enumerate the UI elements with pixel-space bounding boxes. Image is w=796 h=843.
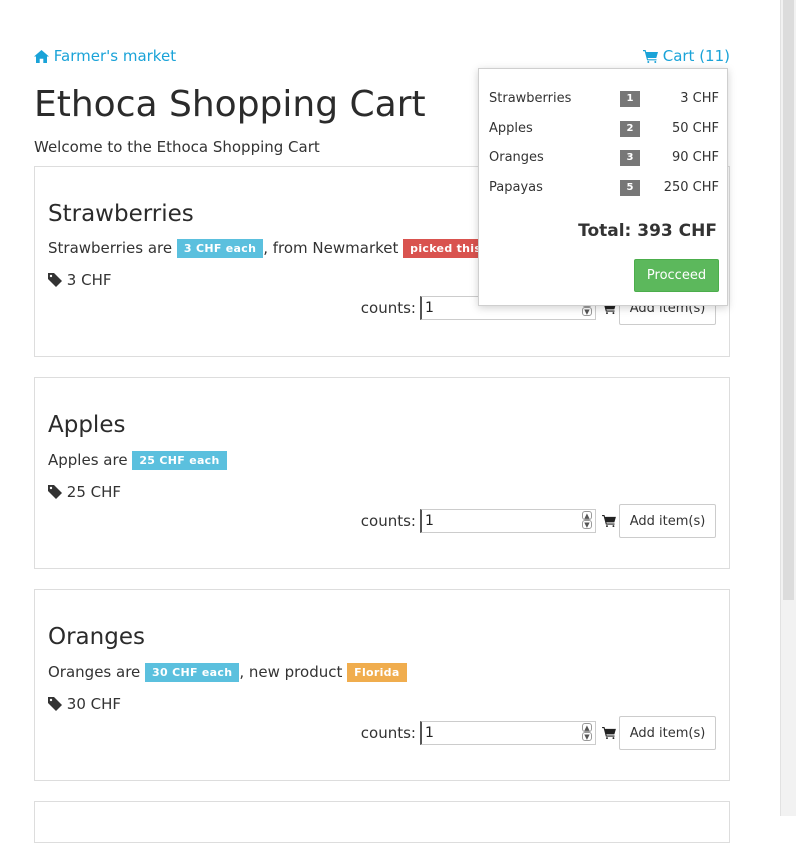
- product-description: Oranges are 30 CHF each, new product Flo…: [48, 663, 407, 682]
- add-to-cart-row: counts: 1 ▲▼ Add item(s): [361, 716, 716, 750]
- product-panel-next: [34, 801, 730, 843]
- tag-icon: [48, 485, 62, 499]
- count-value: 1: [425, 513, 434, 529]
- scrollbar-thumb[interactable]: [783, 0, 794, 600]
- cart-item-qty: 1: [620, 91, 640, 107]
- count-value: 1: [425, 300, 434, 316]
- increment-icon[interactable]: ▲: [582, 511, 592, 520]
- product-price: 30 CHF: [48, 695, 121, 713]
- product-price: 3 CHF: [48, 271, 111, 289]
- cart-item-name: Oranges: [489, 150, 544, 165]
- cart-item-amount: 50 CHF: [671, 121, 719, 136]
- home-link-label: Farmer's market: [53, 47, 177, 65]
- counts-label: counts:: [360, 724, 416, 742]
- cart-item-name: Strawberries: [489, 91, 572, 106]
- price-each-badge: 30 CHF each: [145, 663, 240, 682]
- description-note: , new product: [239, 663, 343, 681]
- cart-total: Total: 393 CHF: [578, 221, 717, 241]
- add-items-button[interactable]: Add item(s): [619, 716, 716, 750]
- decrement-icon[interactable]: ▼: [582, 307, 592, 316]
- cart-item-amount: 250 CHF: [663, 180, 719, 195]
- price-each-badge: 3 CHF each: [176, 239, 264, 258]
- page-title: Ethoca Shopping Cart: [34, 84, 426, 125]
- price-each-badge: 25 CHF each: [132, 451, 227, 470]
- count-input[interactable]: 1 ▲▼: [420, 509, 596, 533]
- counts-label: counts:: [360, 512, 416, 530]
- description-text: Oranges are: [48, 663, 141, 681]
- description-text: Apples are: [48, 451, 128, 469]
- increment-icon[interactable]: ▲: [582, 723, 592, 732]
- cart-link[interactable]: Cart (11): [642, 47, 730, 65]
- shopping-cart-icon: [602, 515, 616, 527]
- price-value: 3 CHF: [66, 271, 112, 289]
- decrement-icon[interactable]: ▼: [582, 732, 592, 741]
- cart-item: Papayas 5 250 CHF: [489, 178, 719, 198]
- add-items-button[interactable]: Add item(s): [619, 504, 716, 538]
- cart-item: Apples 2 50 CHF: [489, 119, 719, 139]
- count-spinner[interactable]: ▲▼: [582, 723, 593, 743]
- cart-item-amount: 3 CHF: [680, 91, 719, 106]
- product-panel-apples: Apples Apples are 25 CHF each 25 CHF cou…: [34, 377, 730, 569]
- welcome-text: Welcome to the Ethoca Shopping Cart: [34, 138, 320, 156]
- product-title: Apples: [48, 412, 126, 438]
- shopping-cart-icon: [642, 50, 658, 63]
- counts-label: counts:: [360, 299, 416, 317]
- count-value: 1: [425, 725, 434, 741]
- product-description: Strawberries are 3 CHF each, from Newmar…: [48, 239, 526, 258]
- product-title: Oranges: [48, 624, 145, 650]
- origin-badge: Florida: [347, 663, 407, 682]
- product-title: Strawberries: [48, 201, 194, 227]
- cart-item: Oranges 3 90 CHF: [489, 148, 719, 168]
- price-value: 30 CHF: [66, 695, 122, 713]
- count-input[interactable]: 1 ▲▼: [420, 721, 596, 745]
- cart-item: Strawberries 1 3 CHF: [489, 89, 719, 109]
- description-origin: , from Newmarket: [263, 239, 399, 257]
- cart-link-label: Cart (11): [662, 47, 730, 65]
- count-spinner[interactable]: ▲▼: [582, 511, 593, 531]
- add-to-cart-row: counts: 1 ▲▼ Add item(s): [361, 504, 716, 538]
- product-description: Apples are 25 CHF each: [48, 451, 227, 470]
- product-panel-oranges: Oranges Oranges are 30 CHF each, new pro…: [34, 589, 730, 781]
- cart-item-name: Papayas: [489, 180, 543, 195]
- cart-item-name: Apples: [489, 121, 533, 136]
- home-link[interactable]: Farmer's market: [34, 47, 176, 65]
- tag-icon: [48, 697, 62, 711]
- price-value: 25 CHF: [66, 483, 122, 501]
- proceed-button[interactable]: Procceed: [634, 259, 719, 292]
- cart-item-amount: 90 CHF: [671, 150, 719, 165]
- cart-item-qty: 3: [620, 150, 640, 166]
- tag-icon: [48, 273, 62, 287]
- page-scrollbar[interactable]: [780, 0, 796, 816]
- cart-item-qty: 5: [620, 180, 640, 196]
- home-icon: [34, 50, 49, 63]
- product-price: 25 CHF: [48, 483, 121, 501]
- cart-dropdown: Strawberries 1 3 CHF Apples 2 50 CHF Ora…: [478, 68, 728, 306]
- shopping-cart-icon: [602, 727, 616, 739]
- cart-item-qty: 2: [620, 121, 640, 137]
- decrement-icon[interactable]: ▼: [582, 520, 592, 529]
- description-text: Strawberries are: [48, 239, 173, 257]
